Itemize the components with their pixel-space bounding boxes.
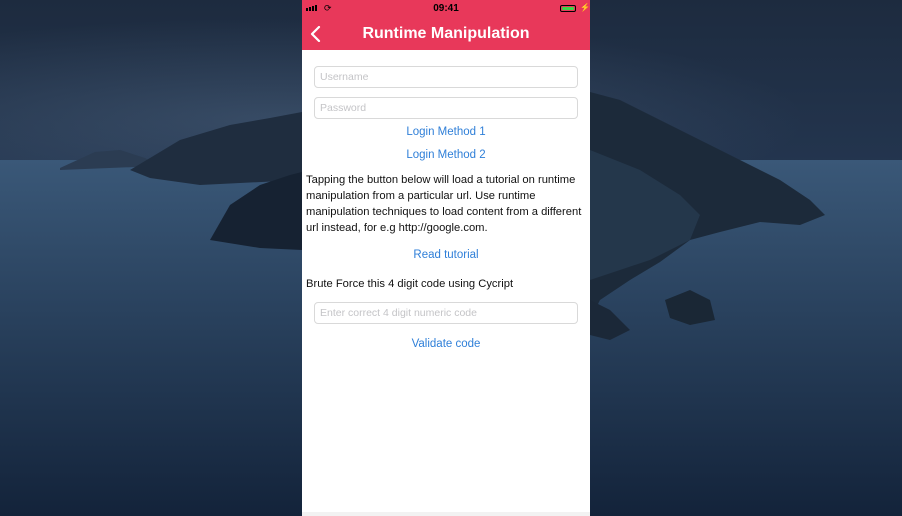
tutorial-description: Tapping the button below will load a tut… xyxy=(306,174,582,234)
brute-force-description: Brute Force this 4 digit code using Cycr… xyxy=(306,278,514,290)
battery-icon xyxy=(560,5,576,12)
validate-code-button[interactable]: Validate code xyxy=(302,337,590,351)
login-method-2-button[interactable]: Login Method 2 xyxy=(302,148,590,162)
username-input[interactable] xyxy=(314,66,578,88)
read-tutorial-button[interactable]: Read tutorial xyxy=(302,248,590,262)
battery-level-fill xyxy=(562,7,574,10)
password-input[interactable] xyxy=(314,97,578,119)
navigation-bar: Runtime Manipulation xyxy=(302,18,590,50)
phone-screen: ⟳ 09:41 ⚡ Runtime Manipulation Login Met… xyxy=(302,0,590,516)
code-input[interactable] xyxy=(314,302,578,324)
page-title: Runtime Manipulation xyxy=(362,25,530,42)
status-bar: ⟳ 09:41 ⚡ xyxy=(302,0,590,18)
bottom-strip xyxy=(302,512,590,516)
charging-icon: ⚡ xyxy=(580,3,590,12)
status-time: 09:41 xyxy=(433,3,459,14)
login-method-1-button[interactable]: Login Method 1 xyxy=(302,125,590,139)
